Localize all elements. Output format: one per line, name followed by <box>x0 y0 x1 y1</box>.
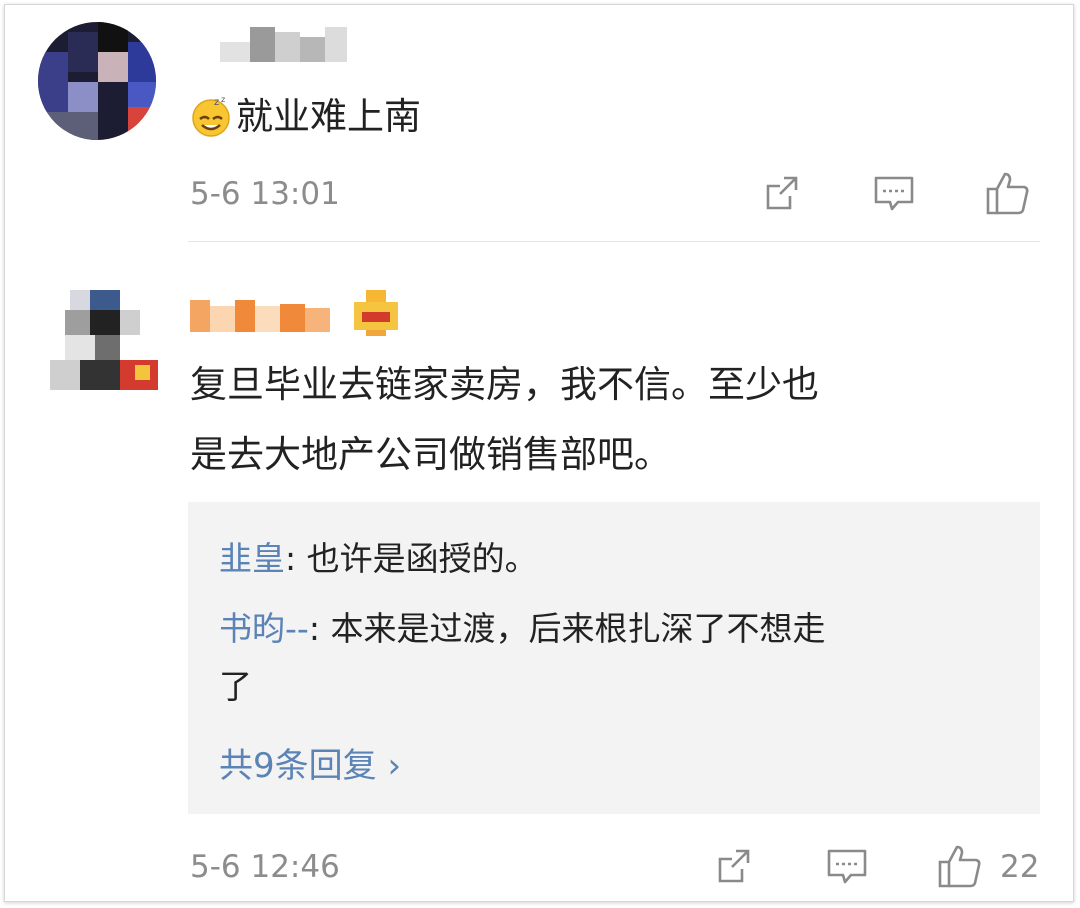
comment-divider <box>188 241 1040 242</box>
share-button[interactable] <box>714 847 754 887</box>
reply-item: 韭皇: 也许是函授的。 <box>219 539 538 578</box>
reply-text: 也许是函授的。 <box>306 539 538 578</box>
reply-preview-box[interactable]: 韭皇: 也许是函授的。 书昀--: 本来是过渡，后来根扎深了不想走 了 共9条回… <box>188 502 1040 814</box>
username[interactable] <box>220 22 350 62</box>
like-button[interactable] <box>937 843 983 889</box>
comment-text: 复旦毕业去链家卖房，我不信。至少也 <box>190 363 819 406</box>
comment-icon <box>827 849 867 884</box>
reply-text: 本来是过渡，后来根扎深了不想走 <box>330 609 826 648</box>
comment-text: 是去大地产公司做销售部吧。 <box>190 433 671 476</box>
comment-time: 5-6 12:46 <box>190 849 340 885</box>
comment-time: 5-6 13:01 <box>190 176 340 212</box>
reply-text-continued: 了 <box>219 667 252 706</box>
like-button[interactable] <box>985 170 1031 216</box>
avatar[interactable] <box>50 280 158 400</box>
thumbs-up-icon <box>938 845 981 888</box>
reply-button[interactable] <box>873 174 915 214</box>
comment-icon <box>874 176 914 211</box>
svg-text:z: z <box>221 95 225 104</box>
reply-author[interactable]: 韭皇 <box>219 539 285 578</box>
avatar[interactable] <box>38 22 156 140</box>
doze-smile-emoji: z z <box>190 95 232 137</box>
comment-text: 就业难上南 <box>236 95 421 138</box>
share-icon <box>718 849 750 883</box>
reply-item: 书昀--: 本来是过渡，后来根扎深了不想走 <box>219 609 826 648</box>
thumbs-up-icon <box>986 172 1029 215</box>
share-icon <box>766 176 798 210</box>
view-all-replies-link[interactable]: 共9条回复 › <box>219 738 401 787</box>
username[interactable] <box>190 296 340 336</box>
vip-badge-icon <box>350 286 402 338</box>
share-button[interactable] <box>762 174 802 214</box>
reply-author[interactable]: 书昀-- <box>219 609 309 648</box>
svg-text:z: z <box>214 97 219 108</box>
reply-button[interactable] <box>826 847 868 887</box>
like-count: 22 <box>1000 849 1040 885</box>
